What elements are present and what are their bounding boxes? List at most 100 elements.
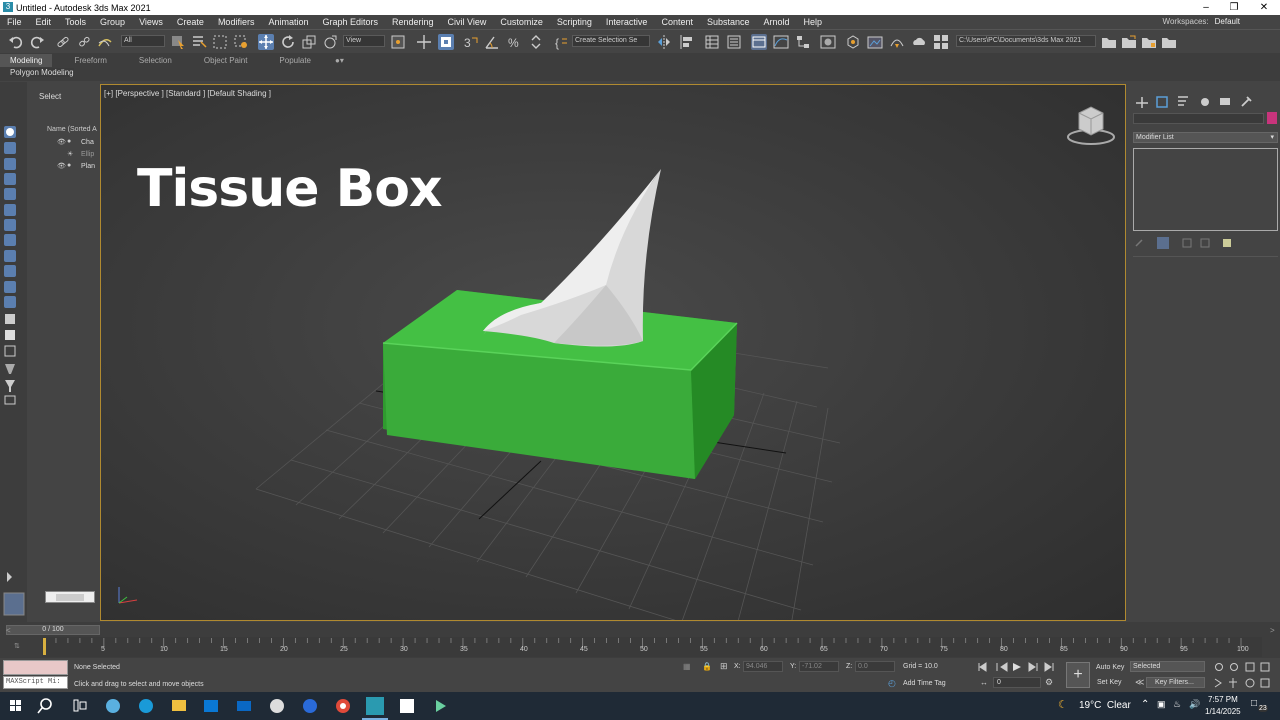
modifier-list-dropdown[interactable]: Modifier List ▾ [1133, 132, 1278, 143]
weather-text[interactable]: 19°C Clear [1079, 700, 1131, 711]
key-tangent-icon[interactable]: ≪ [1135, 677, 1144, 688]
current-frame-field[interactable]: 0 [993, 677, 1041, 688]
region-select-icon[interactable] [212, 34, 228, 50]
object-color-swatch[interactable] [1267, 112, 1277, 124]
clock-time[interactable]: 7:57 PM [1208, 695, 1238, 704]
project-settings-icon[interactable] [1161, 34, 1177, 50]
object-name-field[interactable] [1133, 113, 1264, 124]
pivot-center-icon[interactable] [390, 34, 406, 50]
snaps-toggle-icon[interactable]: 3 [462, 34, 478, 50]
time-configuration-icon[interactable]: ⚙ [1045, 677, 1053, 688]
notifications-icon[interactable]: □ [1251, 698, 1257, 709]
ribbon-tab-selection[interactable]: Selection [129, 54, 182, 67]
ribbon-tab-freeform[interactable]: Freeform [64, 54, 116, 67]
rendered-frame-window-icon[interactable] [867, 34, 883, 50]
window-crossing-icon[interactable] [233, 34, 249, 50]
list-item[interactable]: ☀ Ellip [57, 150, 97, 160]
placement-icon[interactable] [322, 34, 338, 50]
menu-file[interactable]: File [0, 15, 29, 29]
schematic-view-icon[interactable] [795, 34, 811, 50]
maximize-button[interactable]: ❐ [1220, 0, 1248, 15]
project-folder-icon[interactable] [1101, 34, 1117, 50]
link-icon[interactable] [55, 34, 71, 50]
undo-icon[interactable] [8, 34, 24, 50]
save-project-icon[interactable] [1141, 34, 1157, 50]
y-coordinate-field[interactable]: -71.02 [799, 661, 839, 672]
align-icon[interactable] [678, 34, 694, 50]
selection-lock-icon[interactable]: 🔒 [702, 662, 712, 671]
eye-icon[interactable]: 👁 [57, 162, 66, 170]
wifi-icon[interactable]: ♨ [1173, 699, 1181, 710]
select-by-name-icon[interactable] [191, 34, 207, 50]
menu-graph-editors[interactable]: Graph Editors [315, 15, 385, 29]
render-production-icon[interactable] [889, 34, 905, 50]
angle-snap-icon[interactable] [484, 34, 500, 50]
menu-group[interactable]: Group [93, 15, 132, 29]
set-key-button[interactable]: Set Key [1097, 679, 1122, 686]
mirror-icon[interactable] [656, 34, 672, 50]
select-manipulate-icon[interactable] [416, 34, 432, 50]
playback-controls[interactable] [977, 661, 1059, 673]
select-object-icon[interactable] [170, 34, 186, 50]
menu-substance[interactable]: Substance [700, 15, 757, 29]
curve-editor-icon[interactable] [773, 34, 789, 50]
isolate-selection-icon[interactable]: ▦ [683, 662, 691, 671]
menu-create[interactable]: Create [170, 15, 211, 29]
key-mode-dropdown[interactable]: Selected [1130, 661, 1205, 672]
command-panel-tabs[interactable] [1129, 90, 1280, 108]
z-coordinate-field[interactable]: 0.0 [855, 661, 895, 672]
menu-customize[interactable]: Customize [493, 15, 550, 29]
network-icon[interactable]: ▣ [1157, 699, 1166, 710]
taskbar-apps[interactable] [0, 692, 460, 720]
ribbon-tab-populate[interactable]: Populate [269, 54, 321, 67]
menu-civil-view[interactable]: Civil View [441, 15, 494, 29]
eye-icon[interactable]: 👁 [57, 138, 66, 146]
menu-interactive[interactable]: Interactive [599, 15, 655, 29]
material-editor-icon[interactable] [820, 34, 836, 50]
tray-overflow-icon[interactable]: ⌃ [1141, 699, 1149, 710]
key-filters-button[interactable]: Key Filters... [1146, 677, 1205, 688]
volume-icon[interactable]: 🔊 [1189, 699, 1200, 710]
menu-scripting[interactable]: Scripting [550, 15, 599, 29]
edit-named-selection-icon[interactable]: { [553, 34, 569, 50]
rotate-icon[interactable] [280, 34, 296, 50]
named-selection-dropdown[interactable]: Create Selection Se [572, 35, 650, 47]
menu-animation[interactable]: Animation [261, 15, 315, 29]
open-project-icon[interactable] [1121, 34, 1137, 50]
workspaces-selector[interactable]: Workspaces: Default [1163, 17, 1240, 26]
list-item[interactable]: 👁 ● Plan [57, 162, 97, 172]
move-icon[interactable] [258, 34, 274, 50]
keyboard-shortcut-override-icon[interactable] [438, 34, 454, 50]
explorer-scrollbar[interactable] [45, 591, 95, 603]
next-frame-icon[interactable]: > [1270, 626, 1275, 635]
prev-frame-icon[interactable]: < [6, 626, 11, 635]
time-tag-icon[interactable]: ◴ [888, 678, 896, 689]
modifier-stack[interactable] [1133, 148, 1278, 231]
time-slider[interactable]: 0 / 100 [6, 625, 100, 635]
menu-rendering[interactable]: Rendering [385, 15, 441, 29]
ribbon-tab-modeling[interactable]: Modeling [0, 54, 53, 67]
project-path-dropdown[interactable]: C:\Users\PC\Documents\3ds Max 2021 [956, 35, 1096, 47]
add-time-tag[interactable]: Add Time Tag [903, 680, 946, 687]
unlink-icon[interactable] [76, 34, 92, 50]
key-mode-toggle-icon[interactable]: ↔ [980, 678, 988, 687]
modifier-stack-controls[interactable] [1133, 236, 1278, 250]
bind-spacewarp-icon[interactable] [97, 34, 113, 50]
redo-icon[interactable] [29, 34, 45, 50]
ribbon-options-icon[interactable]: ●▾ [333, 54, 346, 67]
name-column-header[interactable]: Name (Sorted A [47, 126, 97, 133]
auto-key-button[interactable]: Auto Key [1096, 664, 1124, 671]
menu-edit[interactable]: Edit [29, 15, 59, 29]
perspective-viewport[interactable]: [+] [Perspective ] [Standard ] [Default … [100, 84, 1126, 621]
minimize-button[interactable]: – [1192, 0, 1220, 15]
maxscript-mini-listener[interactable]: MAXScript Mi: [3, 676, 68, 689]
ribbon-tab-object-paint[interactable]: Object Paint [194, 54, 258, 67]
layer-explorer-icon[interactable] [726, 34, 742, 50]
clock-date[interactable]: 1/14/2025 [1205, 707, 1241, 716]
maxscript-listener-top[interactable] [3, 660, 68, 675]
set-key-icon[interactable]: + [1066, 662, 1090, 688]
spinner-snap-icon[interactable] [528, 34, 544, 50]
ref-coord-dropdown[interactable]: View [343, 35, 385, 47]
scale-icon[interactable] [301, 34, 317, 50]
absolute-mode-icon[interactable]: ⊞ [720, 661, 728, 672]
